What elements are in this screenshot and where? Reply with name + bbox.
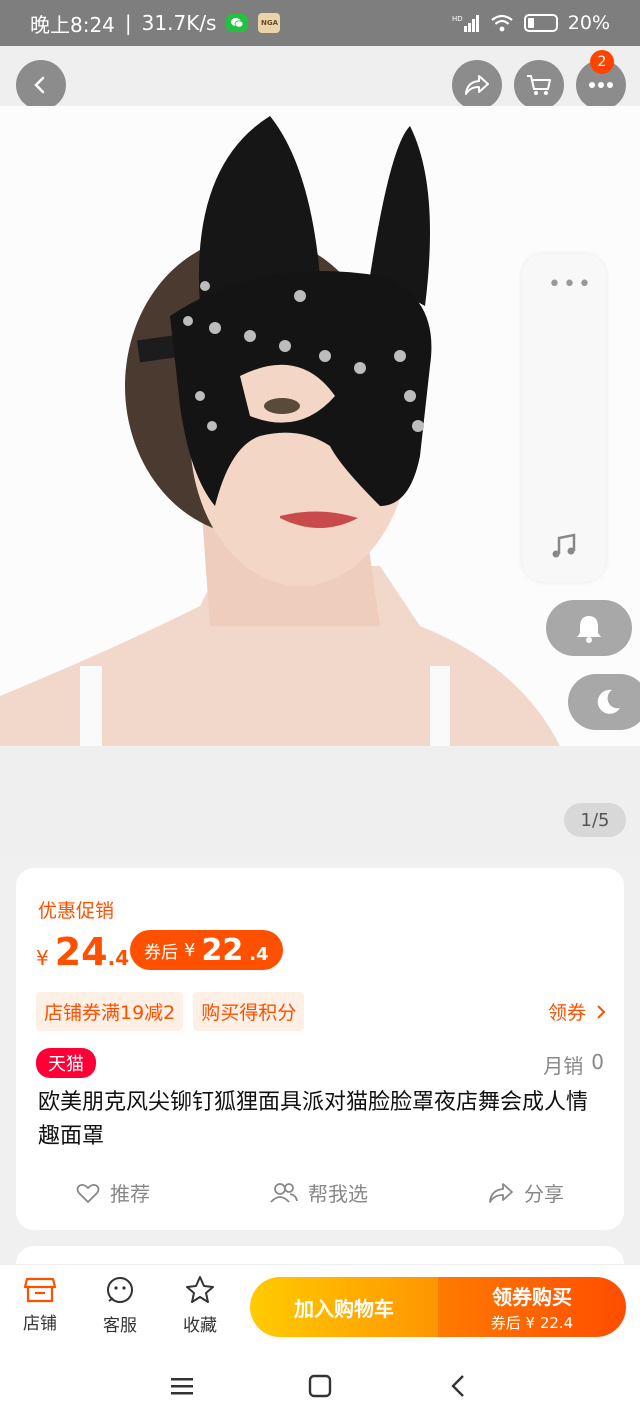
share-button[interactable] (452, 60, 502, 110)
cart-button[interactable] (514, 60, 564, 110)
wechat-icon (226, 14, 249, 32)
help-choose-button[interactable]: 帮我选 (270, 1178, 368, 1207)
night-mode-toggle-button[interactable] (568, 674, 640, 730)
chevron-left-icon (451, 1375, 464, 1397)
favorite-button[interactable]: 收藏 (170, 1275, 230, 1336)
favorite-label: 收藏 (183, 1316, 217, 1336)
status-bar: 晚上8:24 | 31.7K/s NGA HD 20% (0, 0, 640, 46)
coupon-price-currency: ¥ (184, 939, 196, 961)
cart-icon (527, 75, 551, 95)
recommend-label: 推荐 (110, 1182, 150, 1206)
coupon-price-decimal: .4 (249, 943, 269, 965)
hamburger-icon (171, 1378, 193, 1395)
buy-coupon-price: 券后 ¥ 22.4 (490, 1314, 574, 1332)
bell-icon (577, 616, 601, 643)
share-icon (465, 75, 489, 95)
back-nav-button[interactable] (438, 1368, 478, 1404)
people-icon (270, 1182, 298, 1203)
wifi-icon (491, 14, 513, 32)
help-choose-label: 帮我选 (308, 1182, 368, 1206)
top-bar: 2 (0, 46, 640, 110)
svg-text:HD: HD (452, 15, 463, 23)
image-page-indicator: 1/5 (564, 803, 626, 837)
product-title: 欧美朋克风尖铆钉狐狸面具派对猫脸脸罩夜店舞会成人情趣面罩 (38, 1090, 589, 1149)
price-decimal: .4 (107, 946, 130, 970)
coupon-price-label: 券后 (144, 942, 178, 963)
customer-service-button[interactable]: 客服 (90, 1275, 150, 1336)
system-nav-bar (0, 1348, 640, 1422)
tmall-badge: 天猫 (36, 1048, 96, 1078)
promo-label: 优惠促销 (38, 900, 115, 922)
shop-icon (24, 1277, 56, 1303)
shop-label: 店铺 (23, 1314, 57, 1334)
monthly-sales-label: 月销 (543, 1054, 584, 1078)
coupon-price-integer: 22 (201, 932, 244, 968)
bottom-action-bar: 店铺 客服 收藏 加入购物车 领券购买 券后 ¥ 22.4 (0, 1264, 640, 1348)
share-icon (489, 1182, 513, 1203)
network-speed: 31.7K/s (141, 11, 217, 35)
get-coupon-label: 领券 (547, 1002, 586, 1024)
signal-icon: HD (452, 15, 479, 32)
promo-tag-points[interactable]: 购买得积分 (193, 992, 305, 1031)
square-home-icon (308, 1374, 332, 1398)
share-product-button[interactable]: 分享 (488, 1178, 564, 1207)
chevron-right-icon (597, 1004, 606, 1019)
monthly-sales: 月销 0 (543, 1050, 604, 1079)
product-info-card: 优惠促销 ¥ 24 .4 券后 ¥ 22 .4 店铺券满19减2 购买得积分 领… (16, 868, 624, 1230)
back-button[interactable] (16, 60, 66, 110)
nga-app-icon: NGA (258, 13, 281, 33)
battery-icon (523, 14, 558, 32)
promo-tag-store-coupon[interactable]: 店铺券满19减2 (36, 992, 184, 1031)
price-integer: 24 (54, 930, 108, 974)
more-menu-button[interactable]: 2 (576, 50, 626, 110)
heart-icon (76, 1183, 100, 1203)
chevron-left-icon (34, 76, 45, 94)
moon-icon (597, 689, 620, 714)
chat-face-icon (107, 1277, 133, 1303)
price-currency: ¥ (36, 946, 49, 970)
add-to-cart-button[interactable]: 加入购物车 (250, 1277, 438, 1337)
menu-nav-button[interactable] (162, 1368, 202, 1404)
home-nav-button[interactable] (300, 1368, 340, 1404)
shop-button[interactable]: 店铺 (10, 1275, 70, 1334)
share-label: 分享 (524, 1182, 564, 1206)
add-to-cart-label: 加入购物车 (294, 1296, 394, 1321)
gallery-padding (0, 746, 640, 856)
status-time: 晚上8:24 (30, 12, 115, 37)
nga-label: NGA (260, 19, 278, 27)
battery-percent: 20% (567, 12, 610, 34)
cart-count-badge: 2 (590, 50, 614, 74)
buy-with-coupon-button[interactable]: 领券购买 券后 ¥ 22.4 (438, 1277, 626, 1337)
monthly-sales-value: 0 (591, 1050, 604, 1074)
price: ¥ 24 .4 (36, 930, 129, 974)
customer-service-label: 客服 (103, 1316, 137, 1336)
recommend-button[interactable]: 推荐 (76, 1178, 150, 1207)
star-icon (186, 1276, 214, 1303)
purchase-cta-group: 加入购物车 领券购买 券后 ¥ 22.4 (250, 1277, 626, 1337)
music-note-icon[interactable] (550, 532, 578, 560)
more-dots-icon (589, 82, 613, 88)
notification-toggle-button[interactable] (546, 600, 632, 656)
floating-side-panel[interactable]: ••• (522, 254, 606, 582)
coupon-price-badge: 券后 ¥ 22 .4 (130, 930, 283, 970)
get-coupon-link[interactable]: 领券 (548, 998, 606, 1025)
more-dots-icon[interactable]: ••• (548, 272, 593, 297)
buy-with-coupon-label: 领券购买 (492, 1285, 572, 1309)
